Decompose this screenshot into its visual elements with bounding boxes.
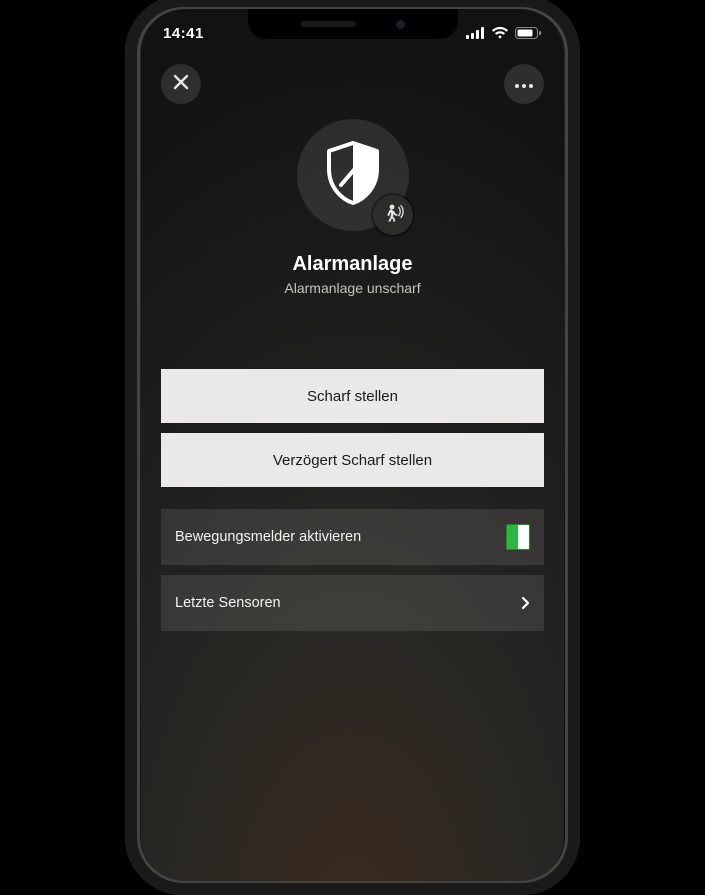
wifi-icon	[491, 27, 509, 39]
arm-button[interactable]: Scharf stellen	[161, 369, 544, 423]
hero: Alarmanlage Alarmanlage unscharf	[141, 119, 564, 296]
actions: Scharf stellen Verzögert Scharf stellen	[161, 369, 544, 487]
cellular-icon	[466, 27, 485, 39]
more-icon	[515, 75, 533, 93]
more-button[interactable]	[504, 64, 544, 104]
screen: 14:41	[141, 9, 564, 881]
arm-delayed-button[interactable]: Verzögert Scharf stellen	[161, 433, 544, 487]
motion-toggle-row[interactable]: Bewegungsmelder aktivieren	[161, 509, 544, 565]
arm-button-label: Scharf stellen	[307, 388, 398, 405]
status-time: 14:41	[163, 19, 204, 42]
front-camera	[396, 20, 405, 29]
motion-toggle-knob	[518, 525, 529, 549]
last-sensors-row[interactable]: Letzte Sensoren	[161, 575, 544, 631]
close-icon	[173, 74, 189, 95]
hero-title: Alarmanlage	[292, 253, 412, 276]
settings-rows: Bewegungsmelder aktivieren Letzte Sensor…	[161, 509, 544, 631]
motion-toggle-label: Bewegungsmelder aktivieren	[175, 529, 506, 545]
hero-icon-wrap	[297, 119, 409, 231]
status-icons	[466, 21, 542, 39]
motion-icon	[382, 202, 404, 229]
last-sensors-label: Letzte Sensoren	[175, 595, 521, 611]
earpiece	[301, 21, 356, 27]
shield-icon	[325, 141, 381, 210]
notch	[248, 9, 458, 39]
close-button[interactable]	[161, 64, 201, 104]
battery-icon	[515, 27, 542, 39]
motion-toggle[interactable]	[506, 524, 530, 550]
arm-delayed-button-label: Verzögert Scharf stellen	[273, 452, 432, 469]
motion-badge	[373, 195, 413, 235]
phone-frame: 14:41	[125, 0, 580, 895]
chevron-right-icon	[521, 596, 530, 610]
modal-header	[141, 64, 564, 104]
hero-subtitle: Alarmanlage unscharf	[284, 280, 420, 296]
